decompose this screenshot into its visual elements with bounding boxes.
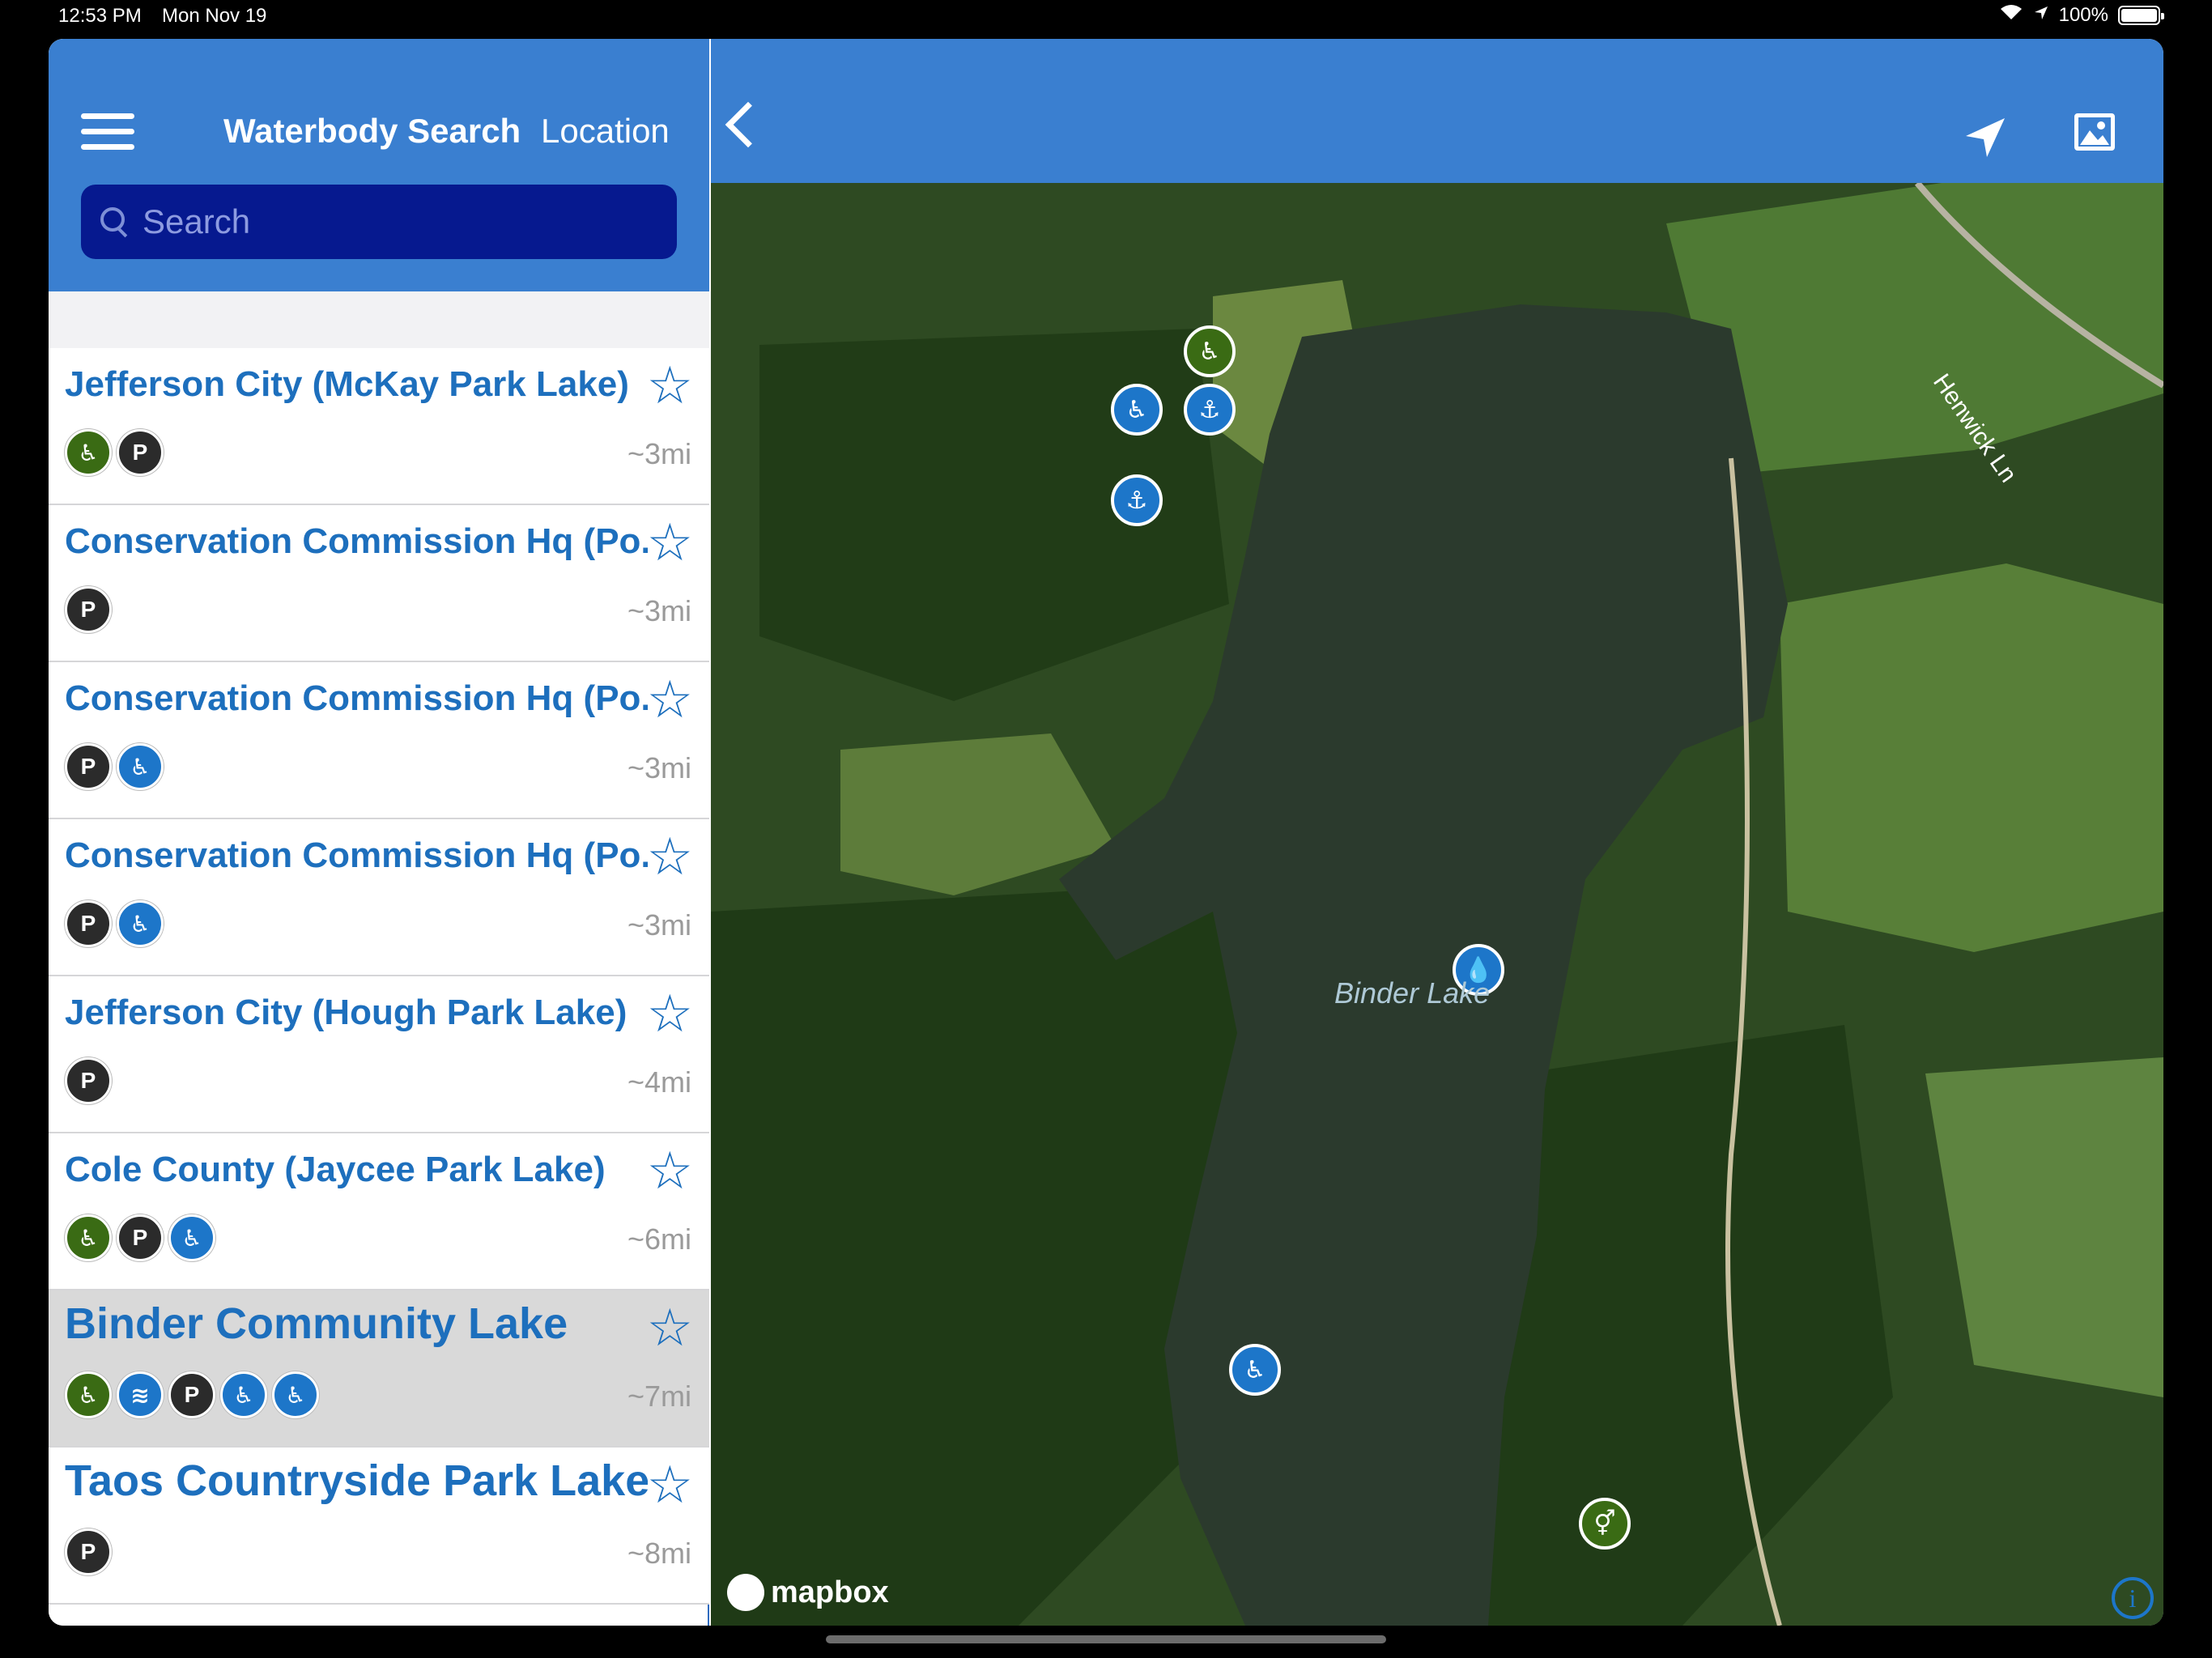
amenity-icons: ♿ P ♿ (65, 1214, 215, 1261)
distance: ~8mi (627, 1537, 691, 1570)
list-item[interactable]: Taos Countryside Park Lake ☆ P ~8mi (49, 1448, 709, 1605)
accessible-restroom-icon: ♿ (65, 1214, 112, 1261)
distance: ~3mi (627, 751, 691, 784)
restroom-pin-icon[interactable]: ♿ (1184, 325, 1236, 377)
accessible-parking-icon: P (65, 900, 112, 947)
boat-ramp-icon: ≋ (117, 1371, 164, 1418)
map-panel: Henwick Ln ♿ ♿ ⚓ ⚓ 💧 ♿ ⚥ Binder Lake map… (711, 39, 2163, 1626)
satellite-map[interactable]: Henwick Ln ♿ ♿ ⚓ ⚓ 💧 ♿ ⚥ Binder Lake map… (711, 183, 2163, 1626)
star-icon[interactable]: ☆ (647, 517, 693, 568)
amenity-icons: P (65, 1057, 112, 1104)
accessible-parking-icon: P (65, 743, 112, 790)
distance: ~6mi (627, 1222, 691, 1256)
waterbody-list: Jefferson City (McKay Park Lake) ☆ ♿ P ~… (49, 348, 709, 1605)
amenity-icons: ♿ ≋ P ♿ ♿ (65, 1371, 319, 1418)
location-arrow-icon[interactable] (1961, 113, 2010, 162)
search-icon (99, 206, 131, 238)
map-header (711, 39, 2163, 183)
amenity-icons: P ♿ (65, 900, 164, 947)
amenity-icons: ♿ P (65, 429, 164, 476)
star-icon[interactable]: ☆ (647, 1459, 693, 1511)
star-icon[interactable]: ☆ (647, 831, 693, 882)
home-indicator[interactable] (826, 1635, 1386, 1643)
battery-percent: 100% (2058, 3, 2108, 26)
accessible-fishing-pin-icon[interactable]: ♿ (1111, 384, 1163, 436)
accessible-parking-icon: P (117, 1214, 164, 1261)
mapbox-text: mapbox (771, 1575, 889, 1609)
list-item[interactable]: Conservation Commission Hq (Po... ☆ P ~3… (49, 505, 709, 662)
accessible-fishing-pin-icon[interactable]: ♿ (1229, 1344, 1281, 1396)
accessible-fishing-icon: ♿ (220, 1371, 267, 1418)
parking-icon: P (65, 1528, 112, 1575)
waterbody-name: Cole County (Jaycee Park Lake) (65, 1150, 606, 1189)
app-window: Waterbody Search Location Jefferson City… (49, 39, 2163, 1626)
fishing-pin-icon[interactable]: ⚓ (1184, 384, 1236, 436)
list-item[interactable]: Conservation Commission Hq (Po... ☆ P ♿ … (49, 819, 709, 976)
map-layer-icon[interactable] (2074, 113, 2115, 151)
back-chevron-icon[interactable] (725, 101, 772, 148)
waterbody-name: Conservation Commission Hq (Po... (65, 521, 648, 561)
star-icon[interactable]: ☆ (647, 674, 693, 725)
accessible-parking-icon: P (65, 586, 112, 633)
restroom-pin-icon[interactable]: ⚥ (1579, 1498, 1631, 1550)
mapbox-logo-icon (727, 1574, 764, 1611)
waterbody-name: Taos Countryside Park Lake (65, 1456, 648, 1505)
accessible-restroom-icon: ♿ (65, 429, 112, 476)
star-icon[interactable]: ☆ (647, 359, 693, 411)
accessible-fishing-icon: ♿ (117, 743, 164, 790)
menu-icon[interactable] (81, 113, 134, 152)
accessible-fishing-icon: ♿ (272, 1371, 319, 1418)
distance: ~4mi (627, 1065, 691, 1099)
list-item-selected[interactable]: Binder Community Lake ☆ ♿ ≋ P ♿ ♿ ~7mi (49, 1290, 709, 1448)
distance: ~3mi (627, 437, 691, 470)
search-input[interactable] (143, 202, 628, 241)
panel-title: Waterbody Search (223, 112, 521, 150)
list-item[interactable]: Conservation Commission Hq (Po... ☆ P ♿ … (49, 662, 709, 819)
list-item[interactable]: Jefferson City (McKay Park Lake) ☆ ♿ P ~… (49, 348, 709, 505)
waterbody-name: Conservation Commission Hq (Po... (65, 678, 648, 718)
accessible-fishing-icon: ♿ (168, 1214, 215, 1261)
waterbody-name: Binder Community Lake (65, 1299, 568, 1348)
location-tab[interactable]: Location (541, 112, 670, 151)
amenity-icons: P ♿ (65, 743, 164, 790)
accessible-restroom-icon: ♿ (65, 1371, 112, 1418)
search-panel: Waterbody Search Location Jefferson City… (49, 39, 709, 1626)
list-item[interactable]: Jefferson City (Hough Park Lake) ☆ P ~4m… (49, 976, 709, 1133)
amenity-icons: P (65, 586, 112, 633)
waterbody-name: Jefferson City (Hough Park Lake) (65, 993, 627, 1032)
distance: ~3mi (627, 594, 691, 627)
fishing-pin-icon[interactable]: ⚓ (1111, 474, 1163, 526)
distance: ~7mi (627, 1380, 691, 1413)
mapbox-attribution[interactable]: mapbox (727, 1574, 889, 1611)
distance: ~3mi (627, 908, 691, 942)
info-icon[interactable]: i (2112, 1577, 2154, 1619)
list-item[interactable]: Cole County (Jaycee Park Lake) ☆ ♿ P ♿ ~… (49, 1133, 709, 1290)
star-icon[interactable]: ☆ (647, 1145, 693, 1197)
amenity-icons: P (65, 1528, 112, 1575)
star-icon[interactable]: ☆ (647, 988, 693, 1039)
status-date: Mon Nov 19 (162, 5, 267, 27)
accessible-fishing-icon: ♿ (117, 900, 164, 947)
accessible-parking-icon: P (117, 429, 164, 476)
status-time: 12:53 PM (58, 5, 142, 27)
battery-icon (2118, 5, 2164, 25)
waterbody-name: Conservation Commission Hq (Po... (65, 835, 648, 875)
status-right: 100% (1999, 3, 2164, 27)
search-bar[interactable] (81, 185, 677, 259)
status-bar: 12:53 PM Mon Nov 19 100% (0, 0, 2212, 36)
star-icon[interactable]: ☆ (647, 1302, 693, 1354)
waterbody-name: Jefferson City (McKay Park Lake) (65, 364, 629, 404)
lake-label: Binder Lake (1334, 976, 1491, 1010)
list-spacer (49, 291, 709, 348)
accessible-parking-icon: P (168, 1371, 215, 1418)
panel-header: Waterbody Search Location (49, 39, 709, 291)
parking-icon: P (65, 1057, 112, 1104)
location-arrow-icon (2033, 4, 2049, 27)
wifi-icon (1999, 3, 2023, 27)
